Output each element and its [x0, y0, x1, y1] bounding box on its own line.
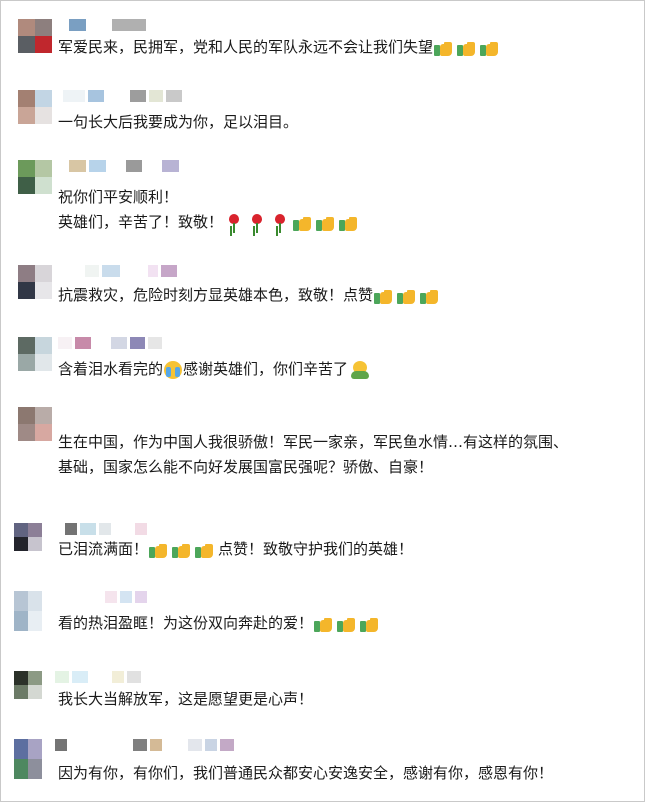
- comment-line: 英雄们，辛苦了！致敬！: [58, 213, 224, 231]
- thumbs-up-icon: [339, 214, 360, 231]
- emoji-group: [149, 541, 218, 558]
- thumbs-up-icon: [172, 541, 193, 558]
- avatar[interactable]: [18, 337, 52, 371]
- comment-line: 我长大当解放军，这是愿望更是心声！: [58, 690, 314, 708]
- hug-face-icon: [350, 360, 370, 379]
- comment-text: 一句长大后我要成为你，足以泪目。: [58, 110, 640, 135]
- thumbs-up-icon: [314, 615, 335, 632]
- thumbs-up-icon: [337, 615, 358, 632]
- comment-line: 看的热泪盈眶！为这份双向奔赴的爱！: [58, 614, 314, 632]
- thumbs-up-icon: [374, 287, 395, 304]
- emoji-group: [224, 213, 362, 233]
- comment-line: 因为有你，有你们，我们普通民众都安心安逸安全，感谢有你，感恩有你！: [58, 764, 554, 782]
- comment-line: 一句长大后我要成为你，足以泪目。: [58, 113, 299, 131]
- comment-text: 看的热泪盈眶！为这份双向奔赴的爱！: [58, 611, 640, 636]
- avatar[interactable]: [18, 90, 52, 124]
- username[interactable]: [69, 160, 179, 172]
- rose-icon: [273, 213, 287, 233]
- comment-feed: 军爱民来，民拥军，党和人民的军队永远不会让我们失望 一句长大后我要成为你，足以泪…: [0, 0, 645, 802]
- comment-line: 含着泪水看完的: [58, 360, 164, 378]
- thumbs-up-icon: [293, 214, 314, 231]
- comment-line: 感谢英雄们，你们辛苦了: [183, 360, 349, 378]
- thumbs-up-icon: [316, 214, 337, 231]
- avatar[interactable]: [14, 591, 42, 631]
- comment-line: 军爱民来，民拥军，党和人民的军队永远不会让我们失望: [58, 38, 434, 56]
- comment-line: 点赞！致敬守护我们的英雄！: [218, 540, 414, 558]
- thumbs-up-icon: [434, 39, 455, 56]
- thumbs-up-icon: [420, 287, 441, 304]
- emoji-group: [434, 39, 503, 56]
- thumbs-up-icon: [457, 39, 478, 56]
- comment-text: 军爱民来，民拥军，党和人民的军队永远不会让我们失望: [58, 35, 640, 60]
- comment-line: 基础，国家怎么能不向好发展国富民强呢？骄傲、自豪！: [58, 458, 434, 476]
- username[interactable]: [105, 591, 147, 603]
- comment-text: 已泪流满面！ 点赞！致敬守护我们的英雄！: [58, 537, 640, 562]
- username[interactable]: [69, 19, 146, 31]
- comment-text: 我长大当解放军，这是愿望更是心声！: [58, 687, 640, 712]
- comment-text: 生在中国，作为中国人我很骄傲！军民一家亲，军民鱼水情…有这样的氛围、 基础，国家…: [58, 430, 640, 480]
- username[interactable]: [55, 671, 141, 683]
- rose-icon: [227, 213, 241, 233]
- emoji-group: [314, 615, 383, 632]
- avatar[interactable]: [14, 739, 42, 779]
- username[interactable]: [65, 523, 147, 535]
- comment-text: 因为有你，有你们，我们普通民众都安心安逸安全，感谢有你，感恩有你！: [58, 761, 640, 786]
- comment-text: 抗震救灾，危险时刻方显英雄本色，致敬！点赞: [58, 283, 640, 308]
- username[interactable]: [58, 337, 162, 349]
- username[interactable]: [63, 90, 182, 102]
- avatar[interactable]: [14, 671, 42, 699]
- thumbs-up-icon: [195, 541, 216, 558]
- avatar[interactable]: [18, 407, 52, 441]
- username[interactable]: [55, 739, 234, 751]
- username[interactable]: [85, 265, 177, 277]
- avatar[interactable]: [18, 19, 52, 53]
- thumbs-up-icon: [360, 615, 381, 632]
- comment-text: 祝你们平安顺利！ 英雄们，辛苦了！致敬！: [58, 185, 640, 235]
- avatar[interactable]: [18, 160, 52, 194]
- avatar[interactable]: [14, 523, 42, 551]
- thumbs-up-icon: [397, 287, 418, 304]
- rose-icon: [250, 213, 264, 233]
- comment-line: 抗震救灾，危险时刻方显英雄本色，致敬！点赞: [58, 286, 374, 304]
- comment-line: 生在中国，作为中国人我很骄傲！军民一家亲，军民鱼水情…有这样的氛围、: [58, 433, 569, 451]
- comment-line: 祝你们平安顺利！: [58, 188, 179, 206]
- thumbs-up-icon: [480, 39, 501, 56]
- avatar[interactable]: [18, 265, 52, 299]
- comment-text: 含着泪水看完的 感谢英雄们，你们辛苦了: [58, 357, 640, 382]
- thumbs-up-icon: [149, 541, 170, 558]
- comment-line: 已泪流满面！: [58, 540, 149, 558]
- emoji-group: [374, 287, 443, 304]
- crying-face-icon: [164, 360, 183, 379]
